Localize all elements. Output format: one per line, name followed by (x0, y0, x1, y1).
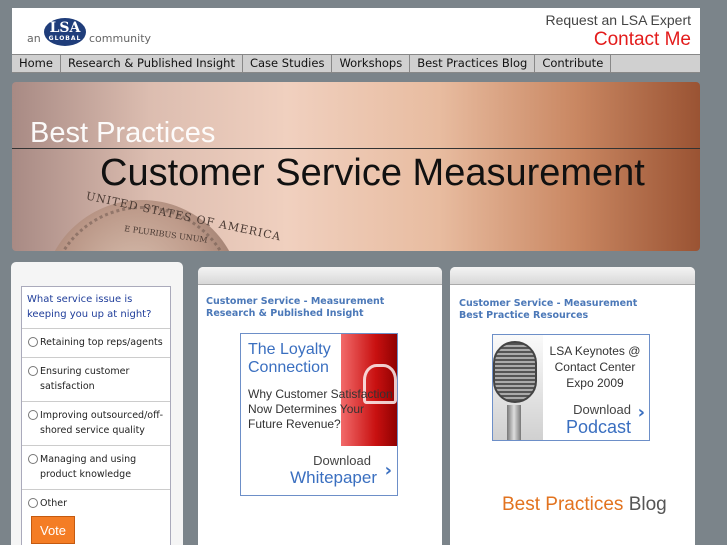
nav-blog[interactable]: Best Practices Blog (410, 55, 536, 72)
main-nav: Home Research & Published Insight Case S… (12, 54, 700, 73)
poll-option-label: Other (40, 498, 67, 509)
download-label: Download (573, 402, 631, 417)
contact-me-link[interactable]: Contact Me (594, 29, 691, 51)
poll-option[interactable]: Managing and using product knowledge (22, 446, 170, 490)
poll-question: What service issue is keeping you up at … (22, 287, 170, 329)
logo-prefix: an (27, 32, 41, 45)
mic-stem (507, 405, 521, 440)
resources-heading-line1: Customer Service - Measurement (459, 298, 638, 309)
research-heading-line1: Customer Service - Measurement (206, 296, 385, 307)
poll-option[interactable]: Improving outsourced/off-shored service … (22, 402, 170, 446)
banner-divider (12, 148, 700, 149)
blog-link-part1: Best Practices (502, 494, 624, 515)
poll-option-label: Managing and using product knowledge (40, 454, 137, 480)
promo-body: Why Customer Satisfaction Now Determines… (248, 387, 393, 431)
poll-option-label: Retaining top reps/agents (40, 337, 163, 348)
research-panel: Customer Service - Measurement Research … (198, 267, 442, 545)
resources-heading-line2: Best Practice Resources (459, 310, 589, 321)
resources-heading[interactable]: Customer Service - Measurement Best Prac… (459, 298, 637, 322)
download-podcast-link[interactable]: Podcast (566, 417, 631, 438)
panel-header (450, 267, 695, 285)
blog-link[interactable]: Best Practices Blog (502, 494, 667, 516)
poll-option-label: Improving outsourced/off-shored service … (40, 410, 164, 436)
poll-panel: What service issue is keeping you up at … (11, 262, 183, 545)
poll-option[interactable]: Other (22, 490, 170, 518)
poll-option-label: Ensuring customer satisfaction (40, 366, 130, 392)
panel-header (198, 267, 442, 285)
nav-workshops[interactable]: Workshops (332, 55, 411, 72)
radio-icon[interactable] (28, 454, 38, 464)
resources-panel: Customer Service - Measurement Best Prac… (450, 267, 695, 545)
nav-research[interactable]: Research & Published Insight (61, 55, 243, 72)
nav-case-studies[interactable]: Case Studies (243, 55, 333, 72)
research-heading-line2: Research & Published Insight (206, 308, 364, 319)
download-label: Download (313, 453, 371, 468)
poll-option[interactable]: Ensuring customer satisfaction (22, 358, 170, 402)
radio-icon[interactable] (28, 366, 38, 376)
chevron-right-icon: › (384, 460, 392, 481)
radio-icon[interactable] (28, 410, 38, 420)
microphone-icon (493, 335, 543, 440)
logo-mark-text: LSA (49, 20, 81, 36)
page-title: Customer Service Measurement (100, 152, 645, 194)
whitepaper-promo[interactable]: The Loyalty Connection Why Customer Sati… (240, 333, 398, 496)
promo-title: The Loyalty Connection (248, 341, 331, 376)
top-header: an LSA GLOBAL community Request an LSA E… (12, 8, 700, 54)
radio-icon[interactable] (28, 337, 38, 347)
vote-button[interactable]: Vote (31, 516, 75, 544)
logo-sub-text: GLOBAL (48, 35, 82, 42)
lsa-logo-mark: LSA GLOBAL (44, 18, 86, 46)
nav-home[interactable]: Home (12, 55, 61, 72)
banner-kicker: Best Practices (30, 117, 216, 149)
hero-banner: UNITED STATES OF AMERICA E PLURIBUS UNUM… (12, 82, 700, 251)
lsa-logo[interactable]: an LSA GLOBAL community (27, 14, 167, 48)
chevron-right-icon: › (637, 402, 645, 423)
poll-option[interactable]: Retaining top reps/agents (22, 329, 170, 358)
poll-box: What service issue is keeping you up at … (21, 286, 171, 545)
keynote-text: LSA Keynotes @ Contact Center Expo 2009 (549, 344, 641, 390)
podcast-promo[interactable]: LSA Keynotes @ Contact Center Expo 2009 … (492, 334, 650, 441)
radio-icon[interactable] (28, 498, 38, 508)
research-heading[interactable]: Customer Service - Measurement Research … (206, 296, 384, 320)
blog-link-part2: Blog (628, 494, 667, 515)
mic-head (493, 341, 537, 403)
request-expert-text: Request an LSA Expert (545, 12, 691, 28)
download-whitepaper-link[interactable]: Whitepaper (290, 468, 377, 488)
logo-suffix: community (89, 32, 152, 45)
nav-contribute[interactable]: Contribute (535, 55, 612, 72)
